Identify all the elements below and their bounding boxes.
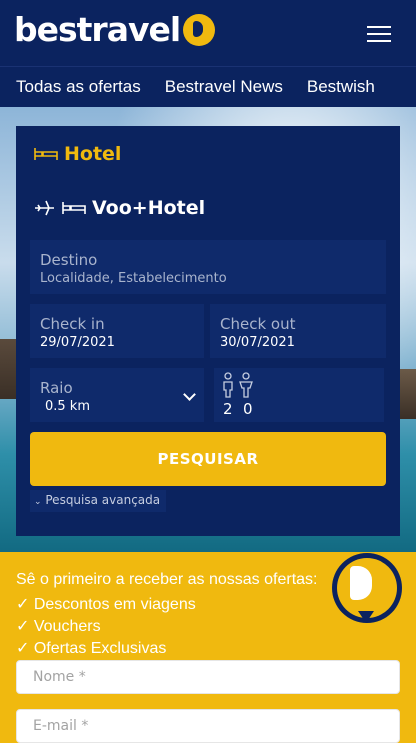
- newsletter-benefit: ✓ Vouchers: [16, 618, 101, 635]
- newsletter-title: Sê o primeiro a receber as nossas oferta…: [16, 571, 318, 588]
- plane-icon: [35, 200, 54, 216]
- checkout-label: Check out: [220, 315, 296, 333]
- children-count[interactable]: 0: [243, 400, 253, 418]
- bestravel-logo[interactable]: bestravel: [14, 10, 216, 50]
- chevron-down-icon: ⌄: [34, 497, 42, 507]
- name-field[interactable]: [16, 660, 400, 694]
- tab-hotel-label: Hotel: [64, 143, 122, 165]
- bed-icon: [34, 148, 58, 160]
- adults-count[interactable]: 2: [223, 400, 233, 418]
- tab-flight-hotel-label: Voo+Hotel: [92, 197, 206, 219]
- search-button[interactable]: PESQUISAR: [30, 432, 386, 486]
- site-header: bestravel: [0, 0, 416, 66]
- radius-select[interactable]: Raio 0.5 km: [30, 368, 204, 422]
- help-chat-icon[interactable]: [332, 553, 402, 623]
- destination-field[interactable]: Destino Localidade, Estabelecimento: [30, 240, 386, 294]
- radius-label: Raio: [40, 379, 73, 397]
- advanced-search-label: Pesquisa avançada: [45, 493, 161, 507]
- tab-flight-hotel[interactable]: Voo+Hotel: [34, 197, 205, 219]
- checkin-label: Check in: [40, 315, 105, 333]
- main-nav: Todas as ofertas Bestravel News Bestwish: [0, 66, 416, 107]
- destination-label: Destino: [40, 251, 98, 269]
- checkin-value: 29/07/2021: [40, 335, 115, 350]
- passengers-icon: [223, 372, 253, 398]
- newsletter-benefit: ✓ Descontos em viagens: [16, 596, 196, 613]
- passengers-field[interactable]: 2 0: [214, 368, 384, 422]
- nav-item-bestwish[interactable]: Bestwish: [307, 77, 375, 97]
- nav-item-all-offers[interactable]: Todas as ofertas: [16, 77, 141, 97]
- advanced-search-link[interactable]: ⌄ Pesquisa avançada: [30, 490, 167, 512]
- logo-text: bestravel: [14, 10, 181, 49]
- radius-value: 0.5 km: [45, 399, 90, 414]
- nav-item-news[interactable]: Bestravel News: [165, 77, 283, 97]
- checkout-value: 30/07/2021: [220, 335, 295, 350]
- menu-icon[interactable]: [367, 26, 391, 44]
- checkout-field[interactable]: Check out 30/07/2021: [210, 304, 386, 358]
- logo-mark-icon: [183, 14, 216, 46]
- destination-placeholder: Localidade, Estabelecimento: [40, 271, 227, 286]
- checkin-field[interactable]: Check in 29/07/2021: [30, 304, 204, 358]
- bed-icon: [62, 202, 86, 214]
- tab-hotel[interactable]: Hotel: [34, 143, 121, 165]
- newsletter-benefit: ✓ Ofertas Exclusivas: [16, 640, 167, 657]
